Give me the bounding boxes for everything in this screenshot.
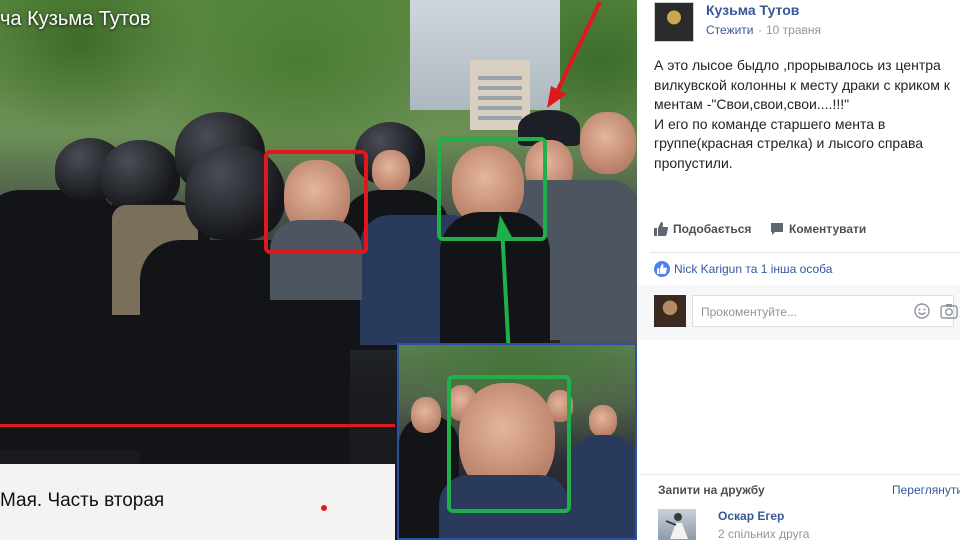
crowd-person [560, 180, 637, 350]
camera-icon[interactable] [940, 303, 958, 319]
video-frame[interactable]: ча Кузьма Тутов Мая. Часть вторая [0, 0, 637, 540]
request-avatar[interactable] [658, 509, 696, 540]
emoji-icon[interactable] [914, 303, 930, 319]
post-actions: Подобається Коментувати [654, 222, 960, 244]
follow-link[interactable]: Стежити [706, 23, 754, 37]
comment-icon [771, 223, 783, 235]
viewer-avatar [654, 295, 686, 327]
divider [650, 252, 960, 253]
red-dot-marker [321, 505, 327, 511]
video-caption-bar: Мая. Часть вторая [0, 464, 395, 540]
crowd-face [411, 397, 441, 433]
video-caption: Мая. Часть вторая [0, 490, 165, 511]
post-date[interactable]: 10 травня [766, 23, 821, 37]
video-progress-bar[interactable] [0, 424, 395, 427]
like-button[interactable]: Подобається [654, 222, 751, 236]
likes-text: Nick Karigun та 1 інша особа [674, 262, 833, 276]
post-text-line: А это лысое быдло ,прорывалось из центра [654, 57, 941, 73]
video-title: ча Кузьма Тутов [0, 8, 151, 30]
post-text-line: вилкувской колонны к месту драки с крико… [654, 76, 950, 93]
like-label: Подобається [673, 222, 752, 236]
see-all-link[interactable]: Переглянути [892, 483, 960, 497]
post-text: А это лысое быдло ,прорывалось из центра… [654, 56, 960, 173]
friend-requests-panel: Запити на дружбу Переглянути Оскар Егер … [638, 474, 960, 540]
mutual-friends[interactable]: 2 спільних друга [718, 527, 809, 540]
crowd-person [569, 435, 635, 538]
post-text-line: пропустили. [654, 154, 733, 171]
red-arrow-icon [547, 1, 602, 108]
crowd-face [372, 150, 410, 192]
friend-requests-title: Запити на дружбу [658, 483, 765, 497]
inset-photo [397, 343, 637, 540]
post-text-line: ментам -"Свои,свои,свои....!!!" [654, 96, 850, 112]
green-inset-box [447, 375, 571, 513]
comment-button[interactable]: Коментувати [770, 222, 866, 236]
crowd-face [580, 112, 636, 174]
comment-label: Коментувати [789, 222, 867, 236]
post-text-line: И его по команде старшего мента в [654, 115, 886, 132]
red-highlight-box [264, 150, 368, 254]
crowd-face [589, 405, 617, 437]
post-author[interactable]: Кузьма Тутов [706, 2, 799, 18]
post-text-line: группе(красная стрелка) и лысого справа [654, 135, 924, 151]
separator-dot: · [758, 23, 762, 37]
post-panel: Кузьма Тутов Стежити · 10 травня А это л… [638, 0, 960, 340]
police-helmet [100, 140, 180, 210]
likes-summary[interactable]: Nick Karigun та 1 інша особа [654, 261, 832, 277]
like-badge-icon [654, 261, 670, 277]
person-figure-icon [665, 513, 688, 539]
request-name[interactable]: Оскар Егер [718, 509, 784, 523]
comment-composer: Прокоментуйте... [638, 285, 960, 340]
author-avatar[interactable] [654, 2, 694, 42]
thumbs-up-icon [654, 222, 668, 236]
